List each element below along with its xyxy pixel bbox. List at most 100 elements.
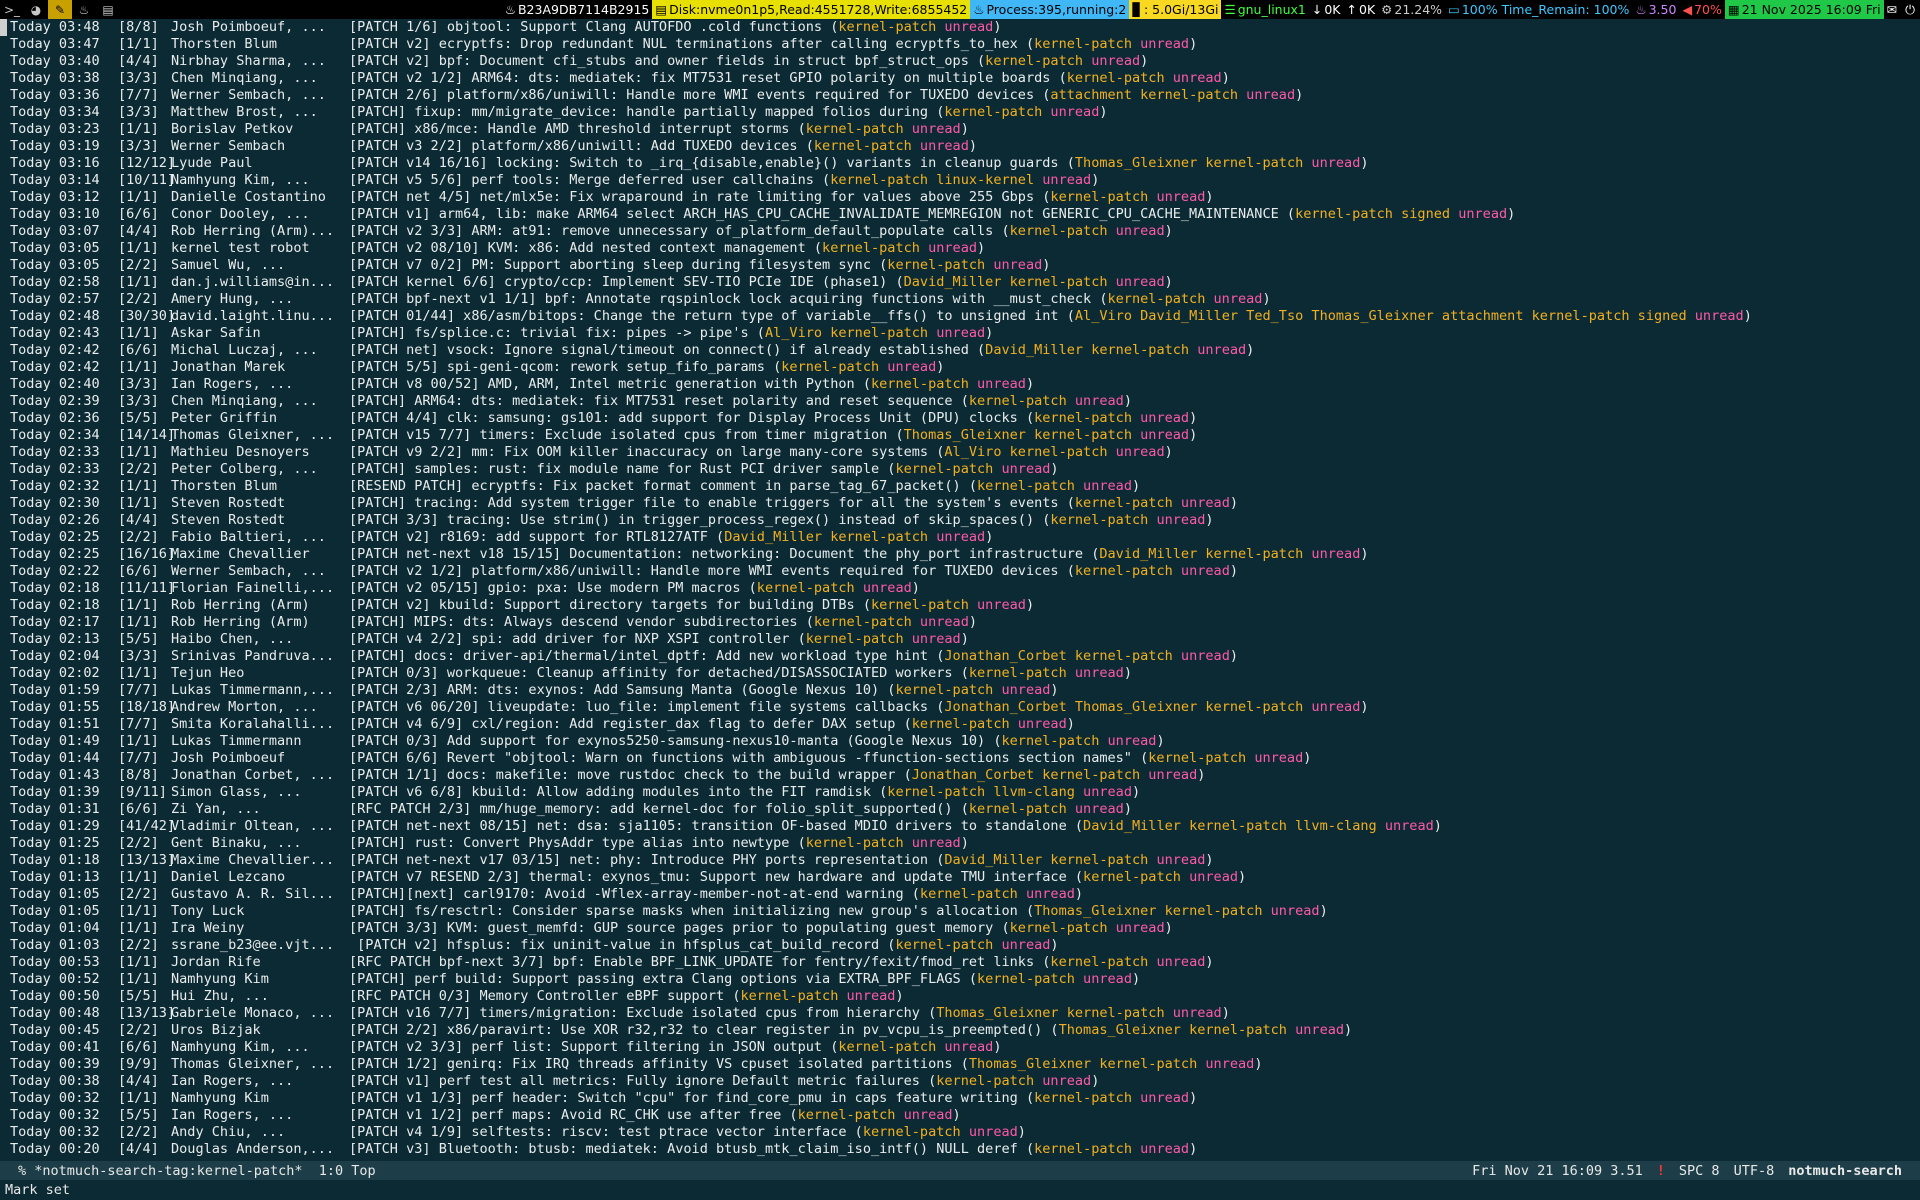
thread-row[interactable]: Today 00:39 [9/9] Thomas Gleixner, ... [PAT… [0, 1056, 1920, 1073]
thread-row[interactable]: Today 03:47 [1/1] Thorsten Blum [PATCH v2] … [0, 36, 1920, 53]
thread-row[interactable]: Today 02:22 [6/6] Werner Sembach, ... [PATC… [0, 563, 1920, 580]
thread-authors: Gustavo A. R. Sil... [171, 886, 335, 902]
tag-close: ) [1295, 87, 1304, 103]
thread-row[interactable]: Today 02:36 [5/5] Peter Griffin [PATCH 4/4]… [0, 410, 1920, 427]
thread-row[interactable]: Today 02:33 [2/2] Peter Colberg, ... [PATCH… [0, 461, 1920, 478]
thread-row[interactable]: Today 00:41 [6/6] Namhyung Kim, ... [PATCH … [0, 1039, 1920, 1056]
thread-authors: Andrew Morton, ... [171, 699, 318, 715]
thread-row[interactable]: Today 02:40 [3/3] Ian Rogers, ... [PATCH v8… [0, 376, 1920, 393]
thread-authors: Steven Rostedt [171, 512, 286, 528]
thread-row[interactable]: Today 01:55 [18/18] Andrew Morton, ... [PAT… [0, 699, 1920, 716]
tag-close: ) [960, 835, 969, 851]
thread-row[interactable]: Today 02:30 [1/1] Steven Rostedt [PATCH] tr… [0, 495, 1920, 512]
thread-row[interactable]: Today 01:31 [6/6] Zi Yan, ... [RFC PATCH 2/… [0, 801, 1920, 818]
thread-row[interactable]: Today 00:38 [4/4] Ian Rogers, ... [PATCH v1… [0, 1073, 1920, 1090]
thread-row[interactable]: Today 00:50 [5/5] Hui Zhu, ... [RFC PATCH 0… [0, 988, 1920, 1005]
thread-row[interactable]: Today 00:32 [2/2] Andy Chiu, ... [PATCH v4 … [0, 1124, 1920, 1141]
thread-row[interactable]: Today 02:39 [3/3] Chen Minqiang, ... [PATCH… [0, 393, 1920, 410]
thread-tag: David_Miller [985, 342, 1084, 358]
thread-row[interactable]: Today 01:05 [1/1] Tony Luck [PATCH] fs/resc… [0, 903, 1920, 920]
thread-row[interactable]: Today 02:26 [4/4] Steven Rostedt [PATCH 3/3… [0, 512, 1920, 529]
thread-date: Today 01:55 [10, 699, 100, 715]
thread-row[interactable]: Today 00:52 [1/1] Namhyung Kim [PATCH] perf… [0, 971, 1920, 988]
thread-tag: unread [911, 121, 961, 137]
thread-count: [6/6] [118, 563, 159, 579]
thread-row[interactable]: Today 02:04 [3/3] Srinivas Pandruva... [PAT… [0, 648, 1920, 665]
thread-row[interactable]: Today 02:48 [30/30] david.laight.linu... [P… [0, 308, 1920, 325]
thread-row[interactable]: Today 01:03 [2/2] ssrane_b23@ee.vjt... [PA… [0, 937, 1920, 954]
thread-row[interactable]: Today 01:44 [7/7] Josh Poimboeuf [PATCH 6/6… [0, 750, 1920, 767]
thread-row[interactable]: Today 02:42 [6/6] Michal Luczaj, ... [PATCH… [0, 342, 1920, 359]
thread-count: [9/11] [118, 784, 167, 800]
thread-row[interactable]: Today 02:18 [11/11] Florian Fainelli,... [P… [0, 580, 1920, 597]
thread-row[interactable]: Today 00:45 [2/2] Uros Bizjak [PATCH 2/2] x… [0, 1022, 1920, 1039]
status-text: 0K [1324, 2, 1341, 17]
thread-row[interactable]: Today 03:19 [3/3] Werner Sembach [PATCH v3 … [0, 138, 1920, 155]
thread-date: Today 02:57 [10, 291, 100, 307]
thread-date: Today 00:38 [10, 1073, 100, 1089]
thread-row[interactable]: Today 02:58 [1/1] dan.j.williams@in... [PAT… [0, 274, 1920, 291]
thread-row[interactable]: Today 03:14 [10/11] Namhyung Kim, ... [PATC… [0, 172, 1920, 189]
thread-row[interactable]: Today 00:48 [13/13] Gabriele Monaco, ... [P… [0, 1005, 1920, 1022]
editor-icon[interactable]: ✎ [48, 0, 72, 19]
thread-row[interactable]: Today 01:25 [2/2] Gent Binaku, ... [PATCH] … [0, 835, 1920, 852]
thread-row[interactable]: Today 02:57 [2/2] Amery Hung, ... [PATCH bp… [0, 291, 1920, 308]
fire-icon[interactable]: ♨ [72, 0, 96, 19]
thread-row[interactable]: Today 01:04 [1/1] Ira Weiny [PATCH 3/3] KVM… [0, 920, 1920, 937]
thread-row[interactable]: Today 01:39 [9/11] Simon Glass, ... [PATCH … [0, 784, 1920, 801]
thread-row[interactable]: Today 03:12 [1/1] Danielle Costantino [PATC… [0, 189, 1920, 206]
thread-tag: kernel-patch [797, 1107, 896, 1123]
thread-row[interactable]: Today 00:20 [4/4] Douglas Anderson,... [PAT… [0, 1141, 1920, 1158]
thread-row[interactable]: Today 02:42 [1/1] Jonathan Marek [PATCH 5/5… [0, 359, 1920, 376]
thread-count: [2/2] [118, 1022, 159, 1038]
thread-row[interactable]: Today 03:07 [4/4] Rob Herring (Arm)... [PAT… [0, 223, 1920, 240]
thread-row[interactable]: Today 02:25 [16/16] Maxime Chevallier [PATC… [0, 546, 1920, 563]
thread-row[interactable]: Today 02:13 [5/5] Haibo Chen, ... [PATCH v4… [0, 631, 1920, 648]
browser-icon[interactable]: ◕ [24, 0, 48, 19]
thread-row[interactable]: Today 03:05 [2/2] Samuel Wu, ... [PATCH v7 … [0, 257, 1920, 274]
thread-date: Today 03:48 [10, 19, 100, 35]
thread-row[interactable]: Today 02:25 [2/2] Fabio Baltieri, ... [PATC… [0, 529, 1920, 546]
modeline-warning[interactable]: ! [1657, 1163, 1665, 1179]
thread-row[interactable]: Today 03:34 [3/3] Matthew Brost, ... [PATCH… [0, 104, 1920, 121]
thread-tag: unread [862, 580, 912, 596]
notmuch-search-results[interactable]: Today 03:48 [8/8] Josh Poimboeuf, ... [PATC… [0, 19, 1920, 1161]
thread-row[interactable]: Today 02:33 [1/1] Mathieu Desnoyers [PATCH … [0, 444, 1920, 461]
thread-date: Today 00:39 [10, 1056, 100, 1072]
thread-row[interactable]: Today 02:43 [1/1] Askar Safin [PATCH] fs/sp… [0, 325, 1920, 342]
thread-row[interactable]: Today 01:13 [1/1] Daniel Lezcano [PATCH v7 … [0, 869, 1920, 886]
thread-row[interactable]: Today 03:16 [12/12] Lyude Paul [PATCH v14 1… [0, 155, 1920, 172]
thread-row[interactable]: Today 01:49 [1/1] Lukas Timmermann [PATCH 0… [0, 733, 1920, 750]
thread-row[interactable]: Today 01:43 [8/8] Jonathan Corbet, ... [PAT… [0, 767, 1920, 784]
tag-close: ) [1205, 189, 1214, 205]
thread-row[interactable]: Today 01:51 [7/7] Smita Koralahalli... [PAT… [0, 716, 1920, 733]
thread-row[interactable]: Today 03:48 [8/8] Josh Poimboeuf, ... [PATC… [0, 19, 1920, 36]
thread-row[interactable]: Today 03:36 [7/7] Werner Sembach, ... [PATC… [0, 87, 1920, 104]
thread-row[interactable]: Today 03:05 [1/1] kernel test robot [PATCH … [0, 240, 1920, 257]
thread-row[interactable]: Today 01:05 [2/2] Gustavo A. R. Sil... [PAT… [0, 886, 1920, 903]
thread-row[interactable]: Today 00:53 [1/1] Jordan Rife [RFC PATCH bp… [0, 954, 1920, 971]
thread-row[interactable]: Today 03:40 [4/4] Nirbhay Sharma, ... [PATC… [0, 53, 1920, 70]
thread-tag: kernel-patch [911, 716, 1010, 732]
thread-count: [7/7] [118, 87, 159, 103]
thread-row[interactable]: Today 03:23 [1/1] Borislav Petkov [PATCH] x… [0, 121, 1920, 138]
thread-row[interactable]: Today 02:02 [1/1] Tejun Heo [PATCH 0/3] wor… [0, 665, 1920, 682]
tag-separator [1099, 733, 1107, 750]
document-icon[interactable]: ▤ [96, 0, 120, 19]
thread-row[interactable]: Today 01:59 [7/7] Lukas Timmermann,... [PAT… [0, 682, 1920, 699]
thread-row[interactable]: Today 02:34 [14/14] Thomas Gleixner, ... [P… [0, 427, 1920, 444]
status-network: ☰ gnu_linux1 [1221, 0, 1309, 19]
thread-row[interactable]: Today 02:17 [1/1] Rob Herring (Arm) [PATCH]… [0, 614, 1920, 631]
tag-separator [1246, 750, 1254, 767]
thread-row[interactable]: Today 01:18 [13/13] Maxime Chevallier... [P… [0, 852, 1920, 869]
thread-row[interactable]: Today 02:32 [1/1] Thorsten Blum [RESEND PAT… [0, 478, 1920, 495]
thread-row[interactable]: Today 00:32 [1/1] Namhyung Kim [PATCH v1 1/… [0, 1090, 1920, 1107]
thread-count: [3/3] [118, 70, 159, 86]
thread-row[interactable]: Today 03:38 [3/3] Chen Minqiang, ... [PATCH… [0, 70, 1920, 87]
thread-row[interactable]: Today 03:10 [6/6] Conor Dooley, ... [PATCH … [0, 206, 1920, 223]
thread-count: [4/4] [118, 512, 159, 528]
thread-row[interactable]: Today 02:18 [1/1] Rob Herring (Arm) [PATCH … [0, 597, 1920, 614]
thread-row[interactable]: Today 00:32 [5/5] Ian Rogers, ... [PATCH v1… [0, 1107, 1920, 1124]
terminal-icon[interactable]: >_ [0, 0, 24, 19]
thread-row[interactable]: Today 01:29 [41/42] Vladimir Oltean, ... [P… [0, 818, 1920, 835]
